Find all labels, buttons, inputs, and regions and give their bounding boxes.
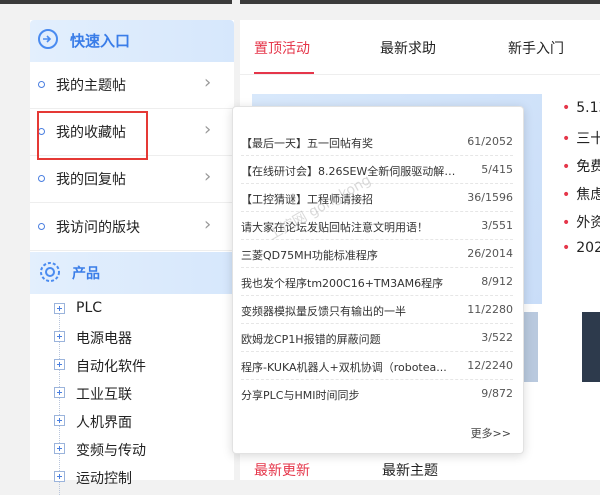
menu-item-my-favorites[interactable]: 我的收藏帖 › xyxy=(30,109,234,156)
post-count: 36/1596 xyxy=(467,191,513,204)
post-count: 8/912 xyxy=(481,275,513,288)
post-title: 三菱QD75MH功能标准程序 xyxy=(241,249,378,262)
bullet-icon xyxy=(38,128,45,135)
tab-latest-help[interactable]: 最新求助 xyxy=(380,38,436,58)
menu-item-my-topics[interactable]: 我的主题帖 › xyxy=(30,62,234,109)
popup-post-row[interactable]: 程序-KUKA机器人+双机协调（robotea... 12/2240 xyxy=(241,353,513,380)
tab-pinned-events[interactable]: 置顶活动 xyxy=(254,38,310,58)
chevron-right-icon: › xyxy=(204,119,212,140)
post-title: 程序-KUKA机器人+双机协调（robotea... xyxy=(241,361,447,374)
product-item-drives[interactable]: 变频与传动 xyxy=(30,436,234,464)
product-item-plc[interactable]: PLC xyxy=(30,296,234,324)
popup-post-row[interactable]: 分享PLC与HMI时间同步 9/872 xyxy=(241,381,513,407)
tab-beginner[interactable]: 新手入门 xyxy=(508,38,564,58)
post-count: 9/872 xyxy=(481,387,513,400)
popup-post-row[interactable]: 【在线研讨会】8.26SEW全新伺服驱动解决... 5/415 xyxy=(241,157,513,184)
tab-latest-updates[interactable]: 最新更新 xyxy=(254,460,310,480)
menu-item-label: 我访问的版块 xyxy=(56,220,140,236)
popup-post-row[interactable]: 欧姆龙CP1H报错的屏蔽问题 3/522 xyxy=(241,325,513,352)
post-count: 5/415 xyxy=(481,163,513,176)
menu-item-label: 我的主题帖 xyxy=(56,78,126,94)
post-count: 12/2240 xyxy=(467,359,513,372)
post-title: 【工控猜谜】工程师请接招 xyxy=(241,193,373,206)
post-count: 26/2014 xyxy=(467,247,513,260)
post-count: 3/551 xyxy=(481,219,513,232)
popup-post-row[interactable]: 【工控猜谜】工程师请接招 36/1596 xyxy=(241,185,513,212)
expand-icon[interactable] xyxy=(54,331,65,342)
sidebar: 快速入口 我的主题帖 › 我的收藏帖 › 我的回复帖 › 我访问的版块 › 产品… xyxy=(30,20,234,495)
expand-icon[interactable] xyxy=(54,387,65,398)
post-title: 【最后一天】五一回帖有奖 xyxy=(241,137,373,150)
popup-post-row[interactable]: 变频器模拟量反馈只有输出的一半 11/2280 xyxy=(241,297,513,324)
post-title: 我也发个程序tm200C16+TM3AM6程序 xyxy=(241,277,444,290)
product-item-industrial-internet[interactable]: 工业互联 xyxy=(30,380,234,408)
tab-latest-topics[interactable]: 最新主题 xyxy=(382,460,438,480)
post-count: 11/2280 xyxy=(467,303,513,316)
news-item[interactable]: • 外资 xyxy=(562,212,600,232)
post-title: 【在线研讨会】8.26SEW全新伺服驱动解决... xyxy=(241,165,461,178)
more-link[interactable]: 更多>> xyxy=(471,425,511,441)
gear-icon xyxy=(40,262,60,282)
product-label: 运动控制 xyxy=(76,471,132,487)
top-bar xyxy=(0,0,600,4)
chevron-right-icon: › xyxy=(204,72,212,93)
product-label: 人机界面 xyxy=(76,415,132,431)
bullet-icon xyxy=(38,81,45,88)
popup-post-row[interactable]: 请大家在论坛发贴回帖注意文明用语！ 3/551 xyxy=(241,213,513,240)
enter-icon xyxy=(38,29,58,49)
product-label: 变频与传动 xyxy=(76,443,146,459)
product-item-automation-software[interactable]: 自动化软件 xyxy=(30,352,234,380)
quick-entry-header: 快速入口 xyxy=(30,20,234,62)
menu-item-visited-boards[interactable]: 我访问的版块 › xyxy=(30,204,234,251)
menu-item-my-replies[interactable]: 我的回复帖 › xyxy=(30,156,234,203)
tab-divider xyxy=(240,74,600,75)
product-label: 自动化软件 xyxy=(76,359,146,375)
product-label: 电源电器 xyxy=(76,331,132,347)
news-item[interactable]: •2026 xyxy=(562,240,600,256)
thumbnail-image[interactable] xyxy=(582,312,600,382)
expand-icon[interactable] xyxy=(54,443,65,454)
popup-post-row[interactable]: 三菱QD75MH功能标准程序 26/2014 xyxy=(241,241,513,268)
chevron-right-icon: › xyxy=(204,214,212,235)
product-label: PLC xyxy=(76,300,103,316)
post-count: 3/522 xyxy=(481,331,513,344)
bullet-icon xyxy=(38,223,45,230)
post-title: 请大家在论坛发贴回帖注意文明用语！ xyxy=(241,221,428,234)
products-title: 产品 xyxy=(72,266,100,282)
popup-post-row[interactable]: 【最后一天】五一回帖有奖 61/2052 xyxy=(241,129,513,156)
post-title: 欧姆龙CP1H报错的屏蔽问题 xyxy=(241,333,381,346)
expand-icon[interactable] xyxy=(54,303,65,314)
popup-post-row[interactable]: 我也发个程序tm200C16+TM3AM6程序 8/912 xyxy=(241,269,513,296)
menu-item-label: 我的回复帖 xyxy=(56,172,126,188)
expand-icon[interactable] xyxy=(54,415,65,426)
news-item[interactable]: • 三十 xyxy=(562,128,600,148)
product-item-motion-control[interactable]: 运动控制 xyxy=(30,464,234,492)
post-title: 变频器模拟量反馈只有输出的一半 xyxy=(241,305,406,318)
news-item[interactable]: •5.13 xyxy=(562,100,600,116)
post-title: 分享PLC与HMI时间同步 xyxy=(241,389,360,402)
products-header: 产品 xyxy=(30,252,234,294)
bullet-icon xyxy=(38,175,45,182)
expand-icon[interactable] xyxy=(54,359,65,370)
product-label: 工业互联 xyxy=(76,387,132,403)
quick-entry-title: 快速入口 xyxy=(70,32,131,50)
post-count: 61/2052 xyxy=(467,135,513,148)
chevron-right-icon: › xyxy=(204,166,212,187)
product-item-power-electrical[interactable]: 电源电器 xyxy=(30,324,234,352)
news-item[interactable]: • 焦虑 xyxy=(562,184,600,204)
product-item-hmi[interactable]: 人机界面 xyxy=(30,408,234,436)
menu-item-label: 我的收藏帖 xyxy=(56,125,126,141)
favorites-popup: 【最后一天】五一回帖有奖 61/2052 【在线研讨会】8.26SEW全新伺服驱… xyxy=(232,106,524,454)
news-item[interactable]: • 免费 xyxy=(562,156,600,176)
